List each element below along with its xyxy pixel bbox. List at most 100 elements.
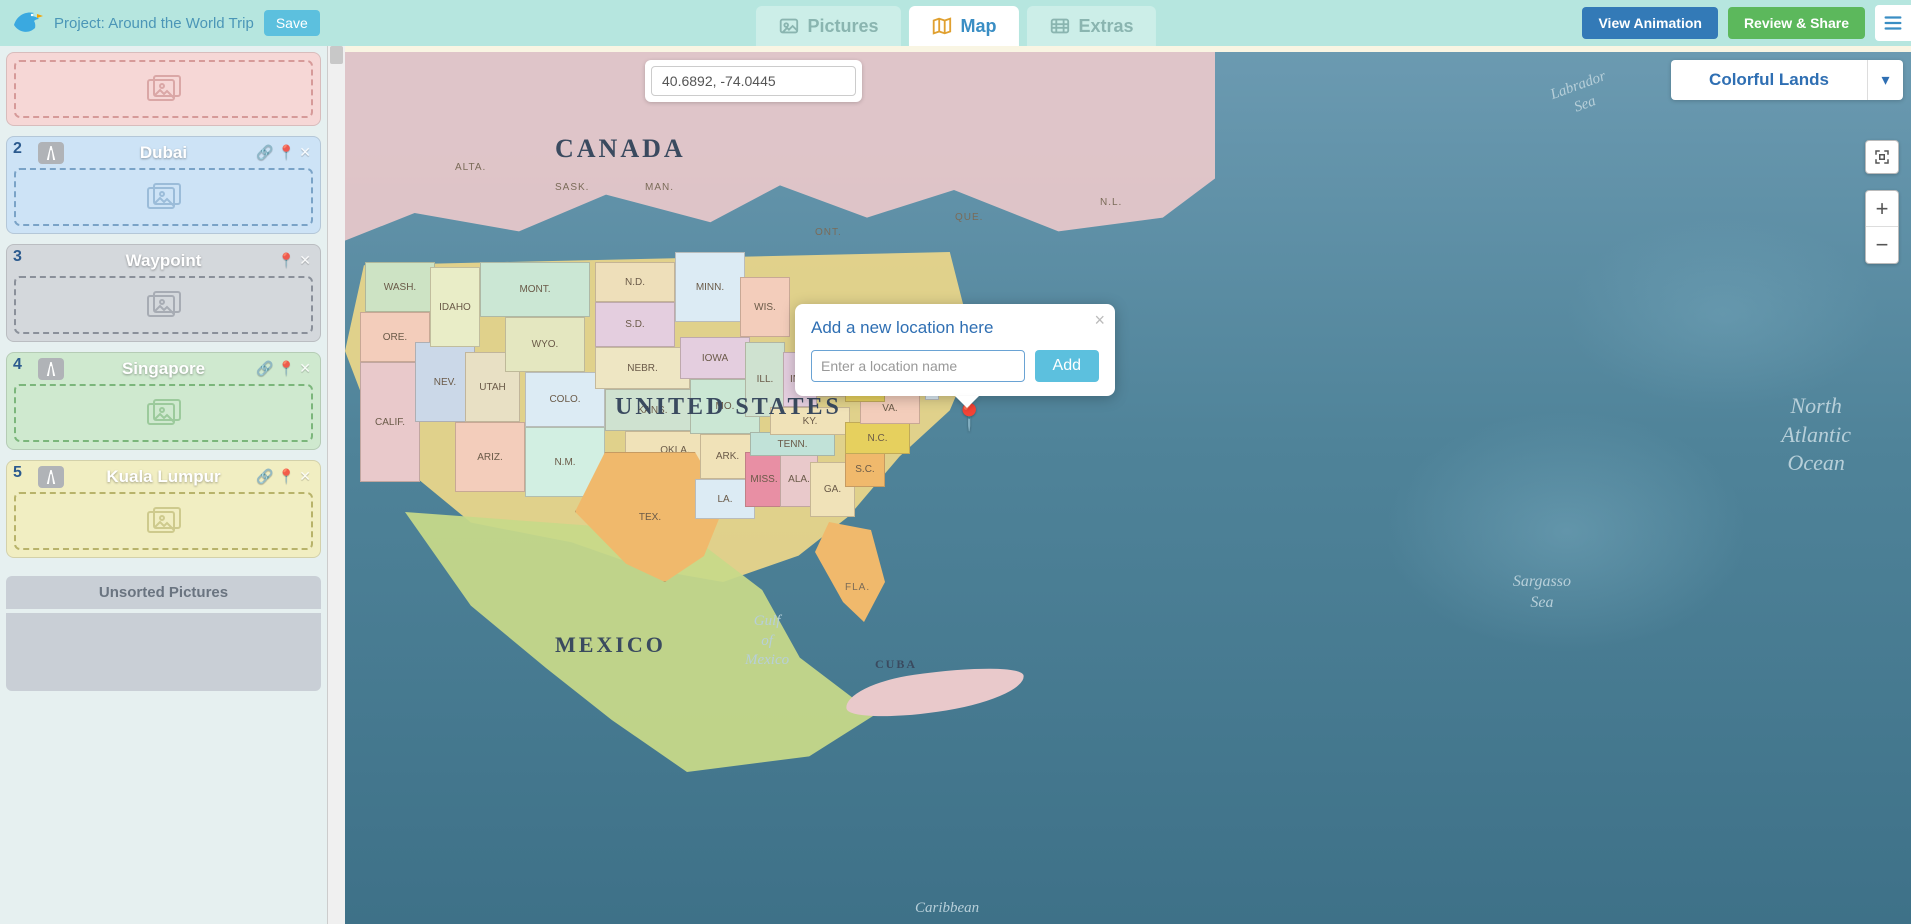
close-icon[interactable]: ✕ xyxy=(299,144,311,161)
pin-icon[interactable]: 📍 xyxy=(278,468,295,485)
link-icon[interactable]: 🔗 xyxy=(256,144,273,161)
link-icon[interactable]: 🔗 xyxy=(256,360,273,377)
route-icon xyxy=(38,358,64,380)
map-icon xyxy=(931,15,953,37)
prov-label: ONT. xyxy=(815,227,842,238)
sidebar-scrollbar[interactable] xyxy=(327,46,345,924)
tab-pictures-label: Pictures xyxy=(807,16,878,37)
unsorted-header[interactable]: Unsorted Pictures xyxy=(6,576,321,609)
link-icon[interactable]: 🔗 xyxy=(256,468,273,485)
location-number: 4 xyxy=(13,356,22,374)
prov-label: SASK. xyxy=(555,182,589,193)
country-label-cuba: CUBA xyxy=(875,657,917,672)
chevron-down-icon[interactable]: ▾ xyxy=(1867,60,1903,100)
pictures-placeholder-icon xyxy=(147,291,181,319)
country-label-canada: CANADA xyxy=(555,134,686,164)
location-card[interactable]: 2 Dubai 🔗 📍 ✕ xyxy=(6,136,321,234)
fit-bounds-button[interactable] xyxy=(1865,140,1899,174)
state: COLO. xyxy=(525,372,605,427)
state: S.C. xyxy=(845,452,885,487)
pictures-icon xyxy=(777,15,799,37)
picture-dropzone[interactable] xyxy=(14,60,313,118)
coord-input[interactable] xyxy=(651,66,856,96)
add-location-popup: × Add a new location here Add xyxy=(795,304,1115,396)
pictures-placeholder-icon xyxy=(147,183,181,211)
project-title: Project: Around the World Trip xyxy=(54,15,254,32)
map-style-label: Colorful Lands xyxy=(1671,60,1867,100)
close-icon[interactable]: ✕ xyxy=(299,468,311,485)
location-title: Dubai xyxy=(140,143,187,163)
state: MONT. xyxy=(480,262,590,317)
prov-label: ALTA. xyxy=(455,162,486,173)
location-title: Kuala Lumpur xyxy=(106,467,220,487)
state: WYO. xyxy=(505,317,585,372)
state: S.D. xyxy=(595,302,675,347)
state: MISS. xyxy=(745,452,783,507)
location-number: 2 xyxy=(13,140,22,158)
pictures-placeholder-icon xyxy=(147,507,181,535)
close-icon[interactable]: × xyxy=(1094,310,1105,331)
state-label: FLA. xyxy=(845,582,870,593)
zoom-out-button[interactable]: − xyxy=(1866,227,1898,263)
state: N.C. xyxy=(845,422,910,454)
state: NEBR. xyxy=(595,347,690,389)
ocean-label-sargasso: SargassoSea xyxy=(1513,572,1571,614)
tab-extras[interactable]: Extras xyxy=(1027,6,1156,46)
location-card[interactable]: 5 Kuala Lumpur 🔗 📍 ✕ xyxy=(6,460,321,558)
tab-map-label: Map xyxy=(961,16,997,37)
picture-dropzone[interactable] xyxy=(14,168,313,226)
view-animation-button[interactable]: View Animation xyxy=(1582,7,1717,39)
tab-extras-label: Extras xyxy=(1079,16,1134,37)
picture-dropzone[interactable] xyxy=(14,276,313,334)
state: N.D. xyxy=(595,262,675,302)
location-title: Waypoint xyxy=(126,251,202,271)
route-icon xyxy=(38,466,64,488)
logo-bird-icon[interactable] xyxy=(8,5,44,41)
country-label-mexico: MEXICO xyxy=(555,632,666,658)
menu-button[interactable] xyxy=(1875,5,1911,41)
picture-dropzone[interactable] xyxy=(14,492,313,550)
tab-map[interactable]: Map xyxy=(909,6,1019,46)
country-label-usa: UNITED STATES xyxy=(615,394,842,421)
picture-dropzone[interactable] xyxy=(14,384,313,442)
tab-pictures[interactable]: Pictures xyxy=(755,6,900,46)
state: TENN. xyxy=(750,432,835,456)
zoom-in-button[interactable]: + xyxy=(1866,191,1898,227)
map-style-select[interactable]: Colorful Lands ▾ xyxy=(1671,60,1903,100)
zoom-control: + − xyxy=(1865,190,1899,264)
ocean-label-natl: NorthAtlanticOcean xyxy=(1781,392,1851,478)
add-button[interactable]: Add xyxy=(1035,350,1099,382)
state: IDAHO xyxy=(430,267,480,347)
state: ARIZ. xyxy=(455,422,525,492)
prov-label: MAN. xyxy=(645,182,674,193)
state: CALIF. xyxy=(360,362,420,482)
location-title: Singapore xyxy=(122,359,205,379)
location-card[interactable] xyxy=(6,52,321,126)
location-card[interactable]: 4 Singapore 🔗 📍 ✕ xyxy=(6,352,321,450)
route-icon xyxy=(38,142,64,164)
pin-icon[interactable]: 📍 xyxy=(278,252,295,269)
close-icon[interactable]: ✕ xyxy=(299,252,311,269)
prov-label: QUE. xyxy=(955,212,983,223)
location-name-input[interactable] xyxy=(811,350,1025,382)
review-share-button[interactable]: Review & Share xyxy=(1728,7,1865,39)
popup-title: Add a new location here xyxy=(811,318,1099,338)
fit-icon xyxy=(1873,148,1891,166)
state: WIS. xyxy=(740,277,790,337)
location-card[interactable]: 3 Waypoint 📍 ✕ xyxy=(6,244,321,342)
pictures-placeholder-icon xyxy=(147,75,181,103)
state: WASH. xyxy=(365,262,435,312)
state: IOWA xyxy=(680,337,750,379)
map-canvas[interactable]: WASH. ORE. CALIF. NEV. IDAHO UTAH ARIZ. … xyxy=(345,46,1911,924)
location-number: 3 xyxy=(13,248,22,266)
pin-icon[interactable]: 📍 xyxy=(278,360,295,377)
main-tabs: Pictures Map Extras xyxy=(755,0,1155,46)
unsorted-body[interactable] xyxy=(6,613,321,691)
close-icon[interactable]: ✕ xyxy=(299,360,311,377)
coord-search xyxy=(645,60,862,102)
prov-label: N.L. xyxy=(1100,197,1122,208)
pin-icon[interactable]: 📍 xyxy=(278,144,295,161)
save-button[interactable]: Save xyxy=(264,10,320,36)
top-bar: Project: Around the World Trip Save Pict… xyxy=(0,0,1911,46)
location-number: 5 xyxy=(13,464,22,482)
